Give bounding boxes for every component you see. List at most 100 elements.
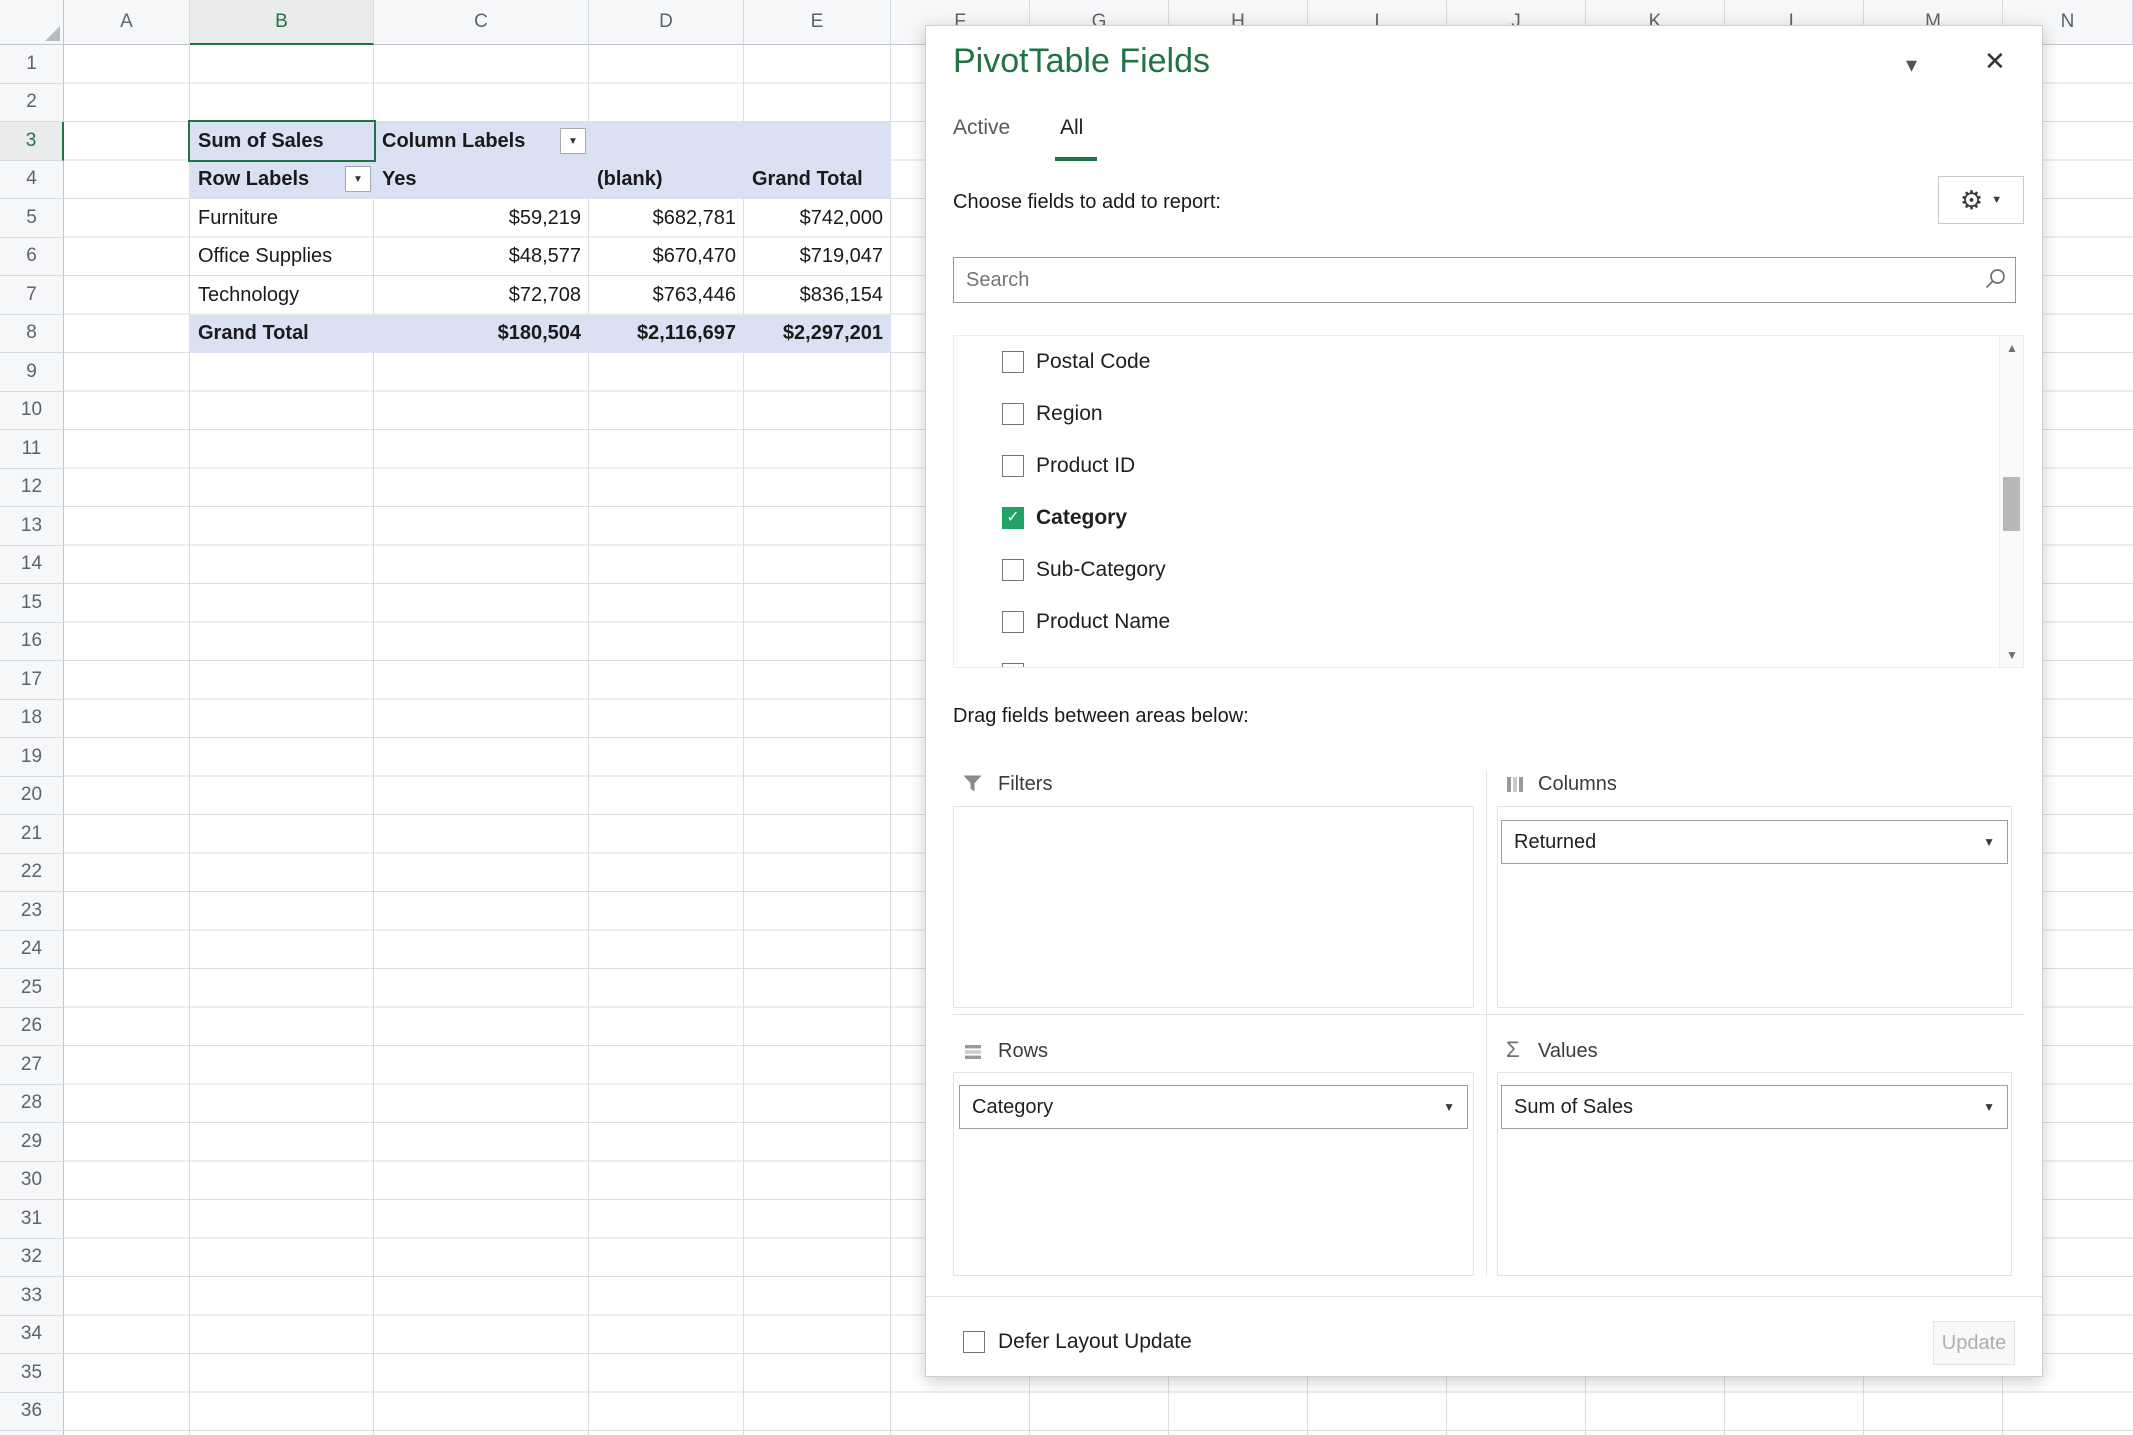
column-header-e[interactable]: E [744, 0, 891, 45]
field-item-product-name[interactable]: Product Name [954, 596, 2023, 648]
row-header-29[interactable]: 29 [0, 1123, 64, 1162]
values-field-pill[interactable]: Sum of Sales ▼ [1501, 1085, 2008, 1129]
row-header-37[interactable]: 37 [0, 1431, 64, 1435]
field-checkbox[interactable] [1002, 559, 1024, 581]
row-header-1[interactable]: 1 [0, 45, 64, 84]
field-checkbox[interactable] [1002, 611, 1024, 633]
row-header-31[interactable]: 31 [0, 1200, 64, 1239]
filters-dropzone[interactable] [953, 806, 1474, 1008]
field-checkbox[interactable]: ✓ [1002, 507, 1024, 529]
pivot-value-cell[interactable]: $719,047 [744, 238, 891, 277]
select-all-corner[interactable] [0, 0, 64, 45]
scrollbar-thumb[interactable] [2003, 477, 2020, 531]
search-input[interactable] [953, 257, 2016, 303]
row-header-25[interactable]: 25 [0, 969, 64, 1008]
chevron-down-icon[interactable]: ▼ [1983, 835, 1995, 849]
row-header-12[interactable]: 12 [0, 469, 64, 508]
pane-options-chevron-icon[interactable]: ▾ [1906, 52, 1917, 78]
pivot-row-label[interactable]: Office Supplies [190, 238, 374, 277]
pivot-value-cell[interactable]: $48,577 [374, 238, 589, 277]
row-header-35[interactable]: 35 [0, 1354, 64, 1393]
pivot-header-cell[interactable] [744, 122, 891, 161]
scroll-up-arrow-icon[interactable]: ▲ [2000, 338, 2024, 358]
row-header-4[interactable]: 4 [0, 161, 64, 200]
row-header-13[interactable]: 13 [0, 507, 64, 546]
pivot-value-cell[interactable]: $763,446 [589, 276, 744, 315]
pivot-grand-total-value[interactable]: $180,504 [374, 315, 589, 354]
pivot-value-cell[interactable]: $59,219 [374, 199, 589, 238]
field-item-product-id[interactable]: Product ID [954, 440, 2023, 492]
row-header-17[interactable]: 17 [0, 661, 64, 700]
pivot-grand-total-value[interactable]: $2,297,201 [744, 315, 891, 354]
row-header-30[interactable]: 30 [0, 1162, 64, 1201]
field-item[interactable] [954, 648, 2023, 668]
pivot-row-label[interactable]: Technology [190, 276, 374, 315]
scroll-down-arrow-icon[interactable]: ▼ [2000, 645, 2024, 665]
pivot-column-labels-cell[interactable]: Column Labels [374, 122, 589, 161]
row-header-18[interactable]: 18 [0, 700, 64, 739]
row-header-24[interactable]: 24 [0, 931, 64, 970]
row-header-21[interactable]: 21 [0, 815, 64, 854]
tab-active[interactable]: Active [953, 116, 1010, 140]
field-checkbox[interactable] [1002, 403, 1024, 425]
column-header-c[interactable]: C [374, 0, 589, 45]
field-list-scrollbar[interactable]: ▲ ▼ [1999, 336, 2023, 667]
pivot-grand-total-label[interactable]: Grand Total [190, 315, 374, 354]
row-header-11[interactable]: 11 [0, 430, 64, 469]
row-header-16[interactable]: 16 [0, 623, 64, 662]
row-header-7[interactable]: 7 [0, 276, 64, 315]
row-header-6[interactable]: 6 [0, 238, 64, 277]
row-header-3[interactable]: 3 [0, 122, 64, 161]
defer-layout-checkbox[interactable] [963, 1331, 985, 1353]
tools-button[interactable]: ⚙ ▼ [1938, 176, 2024, 224]
rows-field-pill[interactable]: Category ▼ [959, 1085, 1468, 1129]
field-checkbox[interactable] [1002, 455, 1024, 477]
column-header-a[interactable]: A [64, 0, 190, 45]
tab-all[interactable]: All [1060, 116, 1083, 140]
pivot-column-header[interactable]: Grand Total [744, 161, 891, 200]
field-item-sub-category[interactable]: Sub-Category [954, 544, 2023, 596]
field-item-region[interactable]: Region [954, 388, 2023, 440]
field-item-category[interactable]: ✓Category [954, 492, 2023, 544]
field-item-postal-code[interactable]: Postal Code [954, 336, 2023, 388]
row-header-32[interactable]: 32 [0, 1239, 64, 1278]
pivot-value-cell[interactable]: $682,781 [589, 199, 744, 238]
row-header-20[interactable]: 20 [0, 777, 64, 816]
row-header-26[interactable]: 26 [0, 1008, 64, 1047]
row-header-36[interactable]: 36 [0, 1393, 64, 1432]
row-labels-filter-button[interactable]: ▼ [345, 166, 371, 192]
update-button[interactable]: Update [1933, 1321, 2015, 1365]
row-header-22[interactable]: 22 [0, 854, 64, 893]
column-header-b[interactable]: B [190, 0, 374, 45]
columns-field-pill[interactable]: Returned ▼ [1501, 820, 2008, 864]
row-header-23[interactable]: 23 [0, 892, 64, 931]
field-checkbox[interactable] [1002, 663, 1024, 668]
pivot-grand-total-value[interactable]: $2,116,697 [589, 315, 744, 354]
row-header-28[interactable]: 28 [0, 1085, 64, 1124]
close-icon[interactable]: ✕ [1984, 46, 2006, 77]
pivot-value-cell[interactable]: $742,000 [744, 199, 891, 238]
pivot-column-header[interactable]: Yes [374, 161, 589, 200]
row-header-19[interactable]: 19 [0, 738, 64, 777]
pivot-header-cell[interactable] [589, 122, 744, 161]
row-header-5[interactable]: 5 [0, 199, 64, 238]
chevron-down-icon[interactable]: ▼ [1443, 1100, 1455, 1114]
row-header-10[interactable]: 10 [0, 392, 64, 431]
row-header-34[interactable]: 34 [0, 1316, 64, 1355]
row-header-9[interactable]: 9 [0, 353, 64, 392]
field-checkbox[interactable] [1002, 351, 1024, 373]
pivot-value-cell[interactable]: $836,154 [744, 276, 891, 315]
row-header-8[interactable]: 8 [0, 315, 64, 354]
column-labels-filter-button[interactable]: ▼ [560, 128, 586, 154]
row-header-2[interactable]: 2 [0, 84, 64, 123]
row-header-27[interactable]: 27 [0, 1046, 64, 1085]
chevron-down-icon[interactable]: ▼ [1983, 1100, 1995, 1114]
pivot-row-label[interactable]: Furniture [190, 199, 374, 238]
pivot-column-header[interactable]: (blank) [589, 161, 744, 200]
pivot-value-cell[interactable]: $670,470 [589, 238, 744, 277]
row-header-14[interactable]: 14 [0, 546, 64, 585]
column-header-d[interactable]: D [589, 0, 744, 45]
row-header-15[interactable]: 15 [0, 584, 64, 623]
row-header-33[interactable]: 33 [0, 1277, 64, 1316]
pivot-corner-cell[interactable]: Sum of Sales [190, 122, 374, 161]
